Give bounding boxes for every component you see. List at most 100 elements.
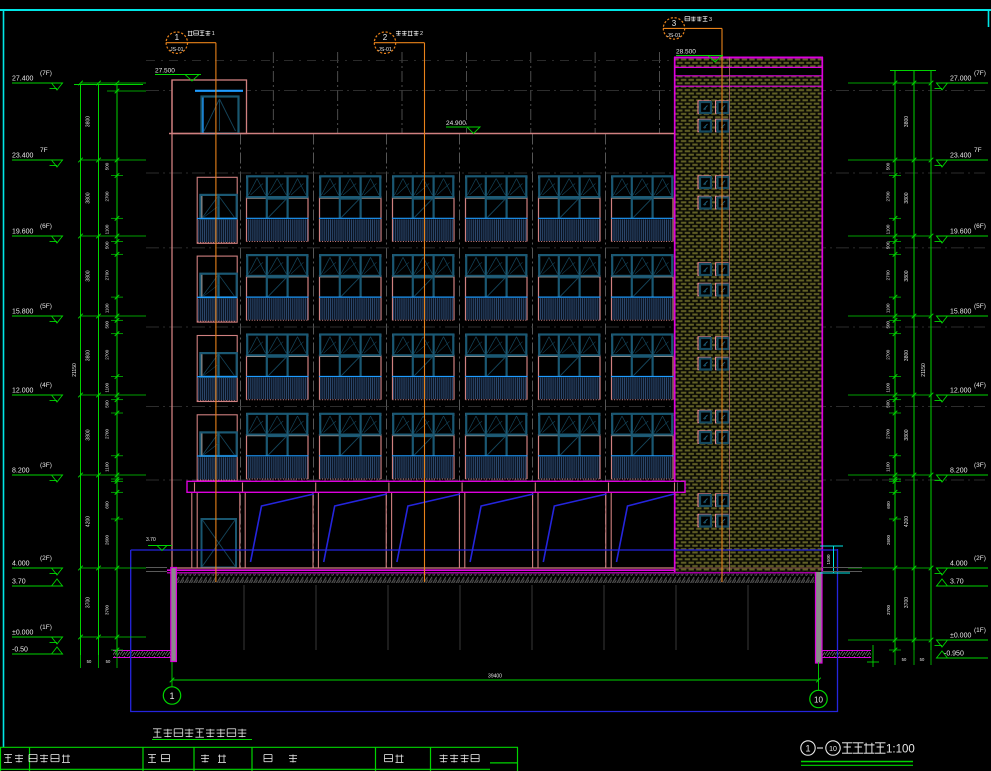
svg-text:24.900: 24.900	[446, 120, 466, 127]
svg-text:21150: 21150	[72, 363, 78, 377]
svg-text:(7F): (7F)	[40, 70, 52, 77]
svg-text:8.200: 8.200	[12, 468, 30, 475]
svg-text:15.800: 15.800	[950, 309, 972, 316]
svg-text:-0.50: -0.50	[12, 647, 28, 654]
svg-text:3800: 3800	[904, 192, 910, 203]
svg-text:500: 500	[105, 400, 110, 408]
svg-text:7F: 7F	[974, 147, 982, 154]
svg-text:1100: 1100	[886, 224, 891, 234]
svg-text:2700: 2700	[886, 191, 891, 202]
svg-text:23.400: 23.400	[950, 153, 972, 160]
svg-text:1100: 1100	[886, 303, 891, 313]
svg-text:3800: 3800	[86, 270, 92, 281]
svg-text:4.000: 4.000	[950, 561, 968, 568]
svg-text:23.400: 23.400	[12, 153, 34, 160]
svg-text:12.000: 12.000	[12, 388, 34, 395]
svg-text:3700: 3700	[86, 597, 92, 608]
svg-text:27.500: 27.500	[155, 68, 175, 75]
svg-text:(5F): (5F)	[40, 303, 52, 310]
svg-text:3800: 3800	[904, 429, 910, 440]
svg-text:500: 500	[105, 320, 110, 328]
svg-text:3800: 3800	[86, 350, 92, 361]
svg-text:2700: 2700	[105, 191, 110, 202]
svg-text:12.000: 12.000	[950, 388, 972, 395]
svg-text:10: 10	[829, 746, 837, 753]
svg-text:3700: 3700	[904, 597, 910, 608]
svg-text:19.600: 19.600	[12, 229, 34, 236]
svg-text:1: 1	[175, 33, 180, 42]
svg-text:JS-01: JS-01	[667, 33, 681, 39]
svg-text:3.70: 3.70	[950, 579, 964, 586]
svg-text:3800: 3800	[86, 192, 92, 203]
svg-text:1100: 1100	[105, 462, 110, 472]
svg-text:10: 10	[814, 696, 823, 705]
svg-text:500: 500	[105, 241, 110, 249]
svg-text:2700: 2700	[886, 428, 891, 439]
svg-text:(1F): (1F)	[40, 624, 52, 631]
svg-text:21150: 21150	[921, 363, 927, 377]
svg-text:3800: 3800	[904, 350, 910, 361]
svg-text:3800: 3800	[904, 270, 910, 281]
svg-text:3.70: 3.70	[12, 579, 26, 586]
svg-text:2700: 2700	[105, 349, 110, 360]
svg-text:±0.000: ±0.000	[12, 630, 33, 637]
svg-text:50: 50	[902, 657, 907, 662]
svg-text:1100: 1100	[105, 303, 110, 313]
svg-text:1: 1	[169, 691, 174, 701]
svg-text:2700: 2700	[886, 270, 891, 281]
svg-text:1100: 1100	[886, 462, 891, 472]
svg-text:28.500: 28.500	[676, 49, 696, 56]
svg-text:3800: 3800	[86, 429, 92, 440]
svg-text:1500: 1500	[826, 554, 831, 565]
svg-text:2700: 2700	[886, 349, 891, 360]
svg-text:500: 500	[886, 241, 891, 249]
svg-text:1100: 1100	[886, 382, 891, 392]
svg-text:2: 2	[420, 31, 423, 37]
svg-text:50: 50	[106, 659, 111, 664]
svg-text:1: 1	[212, 31, 215, 37]
svg-text:(2F): (2F)	[40, 555, 52, 562]
svg-text:4200: 4200	[904, 516, 910, 527]
svg-text:3800: 3800	[86, 116, 92, 127]
svg-text:1: 1	[805, 744, 810, 754]
svg-text:500: 500	[886, 400, 891, 408]
svg-text:3.70: 3.70	[146, 537, 156, 543]
svg-text:(7F): (7F)	[974, 70, 986, 77]
svg-text:50: 50	[920, 657, 925, 662]
svg-text:(3F): (3F)	[40, 462, 52, 469]
svg-text:15.800: 15.800	[12, 309, 34, 316]
svg-text:2: 2	[383, 33, 388, 42]
svg-text:3700: 3700	[886, 604, 891, 615]
svg-text:2700: 2700	[105, 270, 110, 281]
svg-text:±0.000: ±0.000	[950, 633, 971, 640]
svg-text:(2F): (2F)	[974, 555, 986, 562]
svg-text:3: 3	[672, 19, 677, 28]
svg-text:4200: 4200	[86, 516, 92, 527]
svg-text:1:100: 1:100	[886, 744, 915, 756]
svg-text:8.200: 8.200	[950, 468, 968, 475]
svg-text:500: 500	[105, 162, 110, 170]
svg-text:7F: 7F	[40, 147, 48, 154]
svg-text:27.400: 27.400	[12, 76, 34, 83]
svg-text:3700: 3700	[105, 604, 110, 615]
svg-text:500: 500	[886, 162, 891, 170]
svg-text:JS-01: JS-01	[170, 47, 184, 53]
svg-text:2600: 2600	[105, 534, 110, 545]
svg-text:(4F): (4F)	[40, 382, 52, 389]
svg-text:3: 3	[709, 17, 712, 23]
svg-text:50: 50	[87, 659, 92, 664]
svg-text:(3F): (3F)	[974, 462, 986, 469]
svg-text:(6F): (6F)	[40, 223, 52, 230]
svg-text:(6F): (6F)	[974, 223, 986, 230]
svg-text:2600: 2600	[886, 534, 891, 545]
svg-text:3800: 3800	[904, 116, 910, 127]
svg-text:1100: 1100	[105, 382, 110, 392]
svg-text:19.600: 19.600	[950, 229, 972, 236]
svg-text:(5F): (5F)	[974, 303, 986, 310]
svg-text:39400: 39400	[488, 674, 502, 680]
svg-text:1100: 1100	[105, 224, 110, 234]
svg-text:(1F): (1F)	[974, 627, 986, 634]
svg-text:600: 600	[105, 501, 110, 509]
svg-text:4.000: 4.000	[12, 561, 30, 568]
svg-text:JS-01: JS-01	[378, 47, 392, 53]
